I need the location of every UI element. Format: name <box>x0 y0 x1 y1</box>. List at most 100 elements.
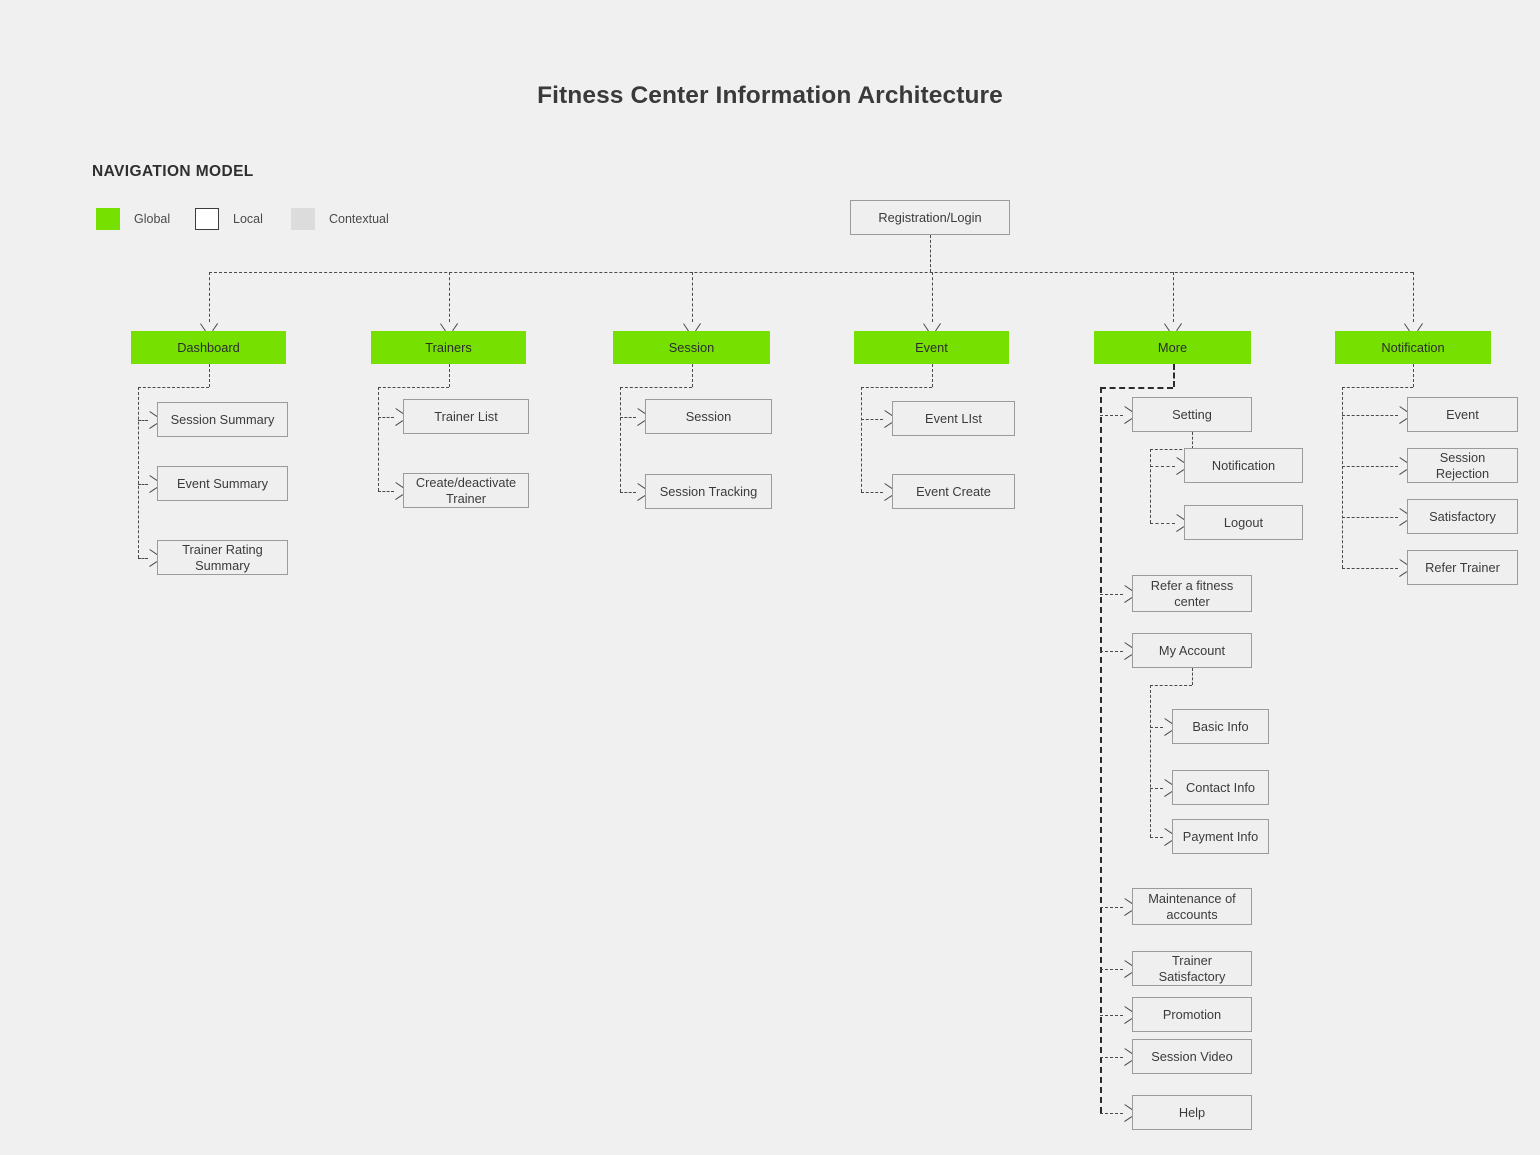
node-item-session[interactable]: Session <box>645 399 772 434</box>
bus-drop-trainers <box>448 272 450 322</box>
branch-session-session <box>620 416 636 418</box>
trunk-elbow-session <box>620 387 692 388</box>
branch-trainers-create-deactivate-trainer <box>378 490 394 492</box>
trunk-spine-session <box>620 387 621 492</box>
node-item-session-tracking[interactable]: Session Tracking <box>645 474 772 509</box>
trunk-elbow-dashboard <box>138 387 209 388</box>
bus-drop-dashboard <box>208 272 210 322</box>
node-subitem-payment-info[interactable]: Payment Info <box>1172 819 1269 854</box>
node-item-trainer-list[interactable]: Trainer List <box>403 399 529 434</box>
trunk-stem-notification <box>1413 364 1414 387</box>
branch-session-session-tracking <box>620 491 636 493</box>
branch-more-maintenance-of-accounts <box>1100 906 1123 908</box>
branch-dashboard-session-summary <box>138 419 148 421</box>
node-item-promotion[interactable]: Promotion <box>1132 997 1252 1032</box>
sub-branch-logout <box>1150 522 1175 524</box>
branch-trainers-trainer-list <box>378 416 394 418</box>
branch-dashboard-trainer-rating-summary <box>138 557 148 559</box>
node-item-trainer-rating-summary[interactable]: Trainer Rating Summary <box>157 540 288 575</box>
bus-drop-more <box>1172 272 1174 322</box>
legend-swatch-contextual <box>291 208 315 230</box>
sub-stem-my-account <box>1192 668 1193 685</box>
sub-spine-my-account <box>1150 685 1151 837</box>
legend-item-global: Global <box>96 208 170 230</box>
trunk-stem-dashboard <box>208 364 210 387</box>
sub-spine-setting <box>1150 449 1151 523</box>
bus-drop-event <box>931 272 933 322</box>
node-subitem-contact-info[interactable]: Contact Info <box>1172 770 1269 805</box>
trunk-elbow-notification <box>1342 387 1413 388</box>
legend-item-local: Local <box>195 208 263 230</box>
trunk-stem-trainers <box>448 364 450 387</box>
node-item-refer-a-fitness-center[interactable]: Refer a fitness center <box>1132 575 1252 612</box>
main-bus <box>209 272 1413 273</box>
node-section-session[interactable]: Session <box>613 331 770 364</box>
trunk-elbow-trainers <box>378 387 449 388</box>
bus-drop-notification <box>1413 272 1414 322</box>
branch-more-my-account <box>1100 650 1123 652</box>
node-subitem-logout[interactable]: Logout <box>1184 505 1303 540</box>
node-section-more[interactable]: More <box>1094 331 1251 364</box>
trunk-stem-more <box>1172 364 1175 387</box>
trunk-spine-dashboard <box>138 387 139 558</box>
branch-more-help <box>1100 1112 1123 1114</box>
legend-swatch-local <box>195 208 219 230</box>
node-section-trainers[interactable]: Trainers <box>371 331 526 364</box>
branch-notification-event <box>1342 414 1398 416</box>
node-item-refer-trainer[interactable]: Refer Trainer <box>1407 550 1518 585</box>
node-item-event-summary[interactable]: Event Summary <box>157 466 288 501</box>
trunk-spine-event <box>861 387 862 492</box>
node-item-my-account[interactable]: My Account <box>1132 633 1252 668</box>
trunk-elbow-more <box>1100 387 1173 389</box>
node-subitem-notification[interactable]: Notification <box>1184 448 1303 483</box>
branch-notification-satisfactory <box>1342 516 1398 518</box>
node-item-maintenance-of-accounts[interactable]: Maintenance of accounts <box>1132 888 1252 925</box>
branch-event-event-create <box>861 491 883 493</box>
diagram-canvas: Fitness Center Information Architecture … <box>0 0 1540 1155</box>
node-subitem-basic-info[interactable]: Basic Info <box>1172 709 1269 744</box>
node-item-help[interactable]: Help <box>1132 1095 1252 1130</box>
page-title: Fitness Center Information Architecture <box>537 82 1003 109</box>
node-item-event-create[interactable]: Event Create <box>892 474 1015 509</box>
node-item-trainer-satisfactory[interactable]: Trainer Satisfactory <box>1132 951 1252 986</box>
trunk-spine-more <box>1100 387 1102 1113</box>
root-stem <box>930 235 931 272</box>
node-item-setting[interactable]: Setting <box>1132 397 1252 432</box>
trunk-elbow-event <box>861 387 932 388</box>
trunk-stem-session <box>691 364 693 387</box>
legend-heading: NAVIGATION MODEL <box>92 163 254 180</box>
branch-more-promotion <box>1100 1014 1123 1016</box>
branch-notification-refer-trainer <box>1342 567 1398 569</box>
legend-swatch-global <box>96 208 120 230</box>
trunk-spine-trainers <box>378 387 379 491</box>
sub-branch-notification <box>1150 465 1175 467</box>
legend-label-local: Local <box>233 212 263 226</box>
node-item-session-rejection[interactable]: Session Rejection <box>1407 448 1518 483</box>
sub-elbow-my-account <box>1150 685 1192 686</box>
node-root-registration-login[interactable]: Registration/Login <box>850 200 1010 235</box>
sub-branch-contact-info <box>1150 787 1163 789</box>
node-item-event[interactable]: Event <box>1407 397 1518 432</box>
branch-dashboard-event-summary <box>138 483 148 485</box>
legend-label-global: Global <box>134 212 171 226</box>
node-item-session-summary[interactable]: Session Summary <box>157 402 288 437</box>
legend-item-contextual: Contextual <box>291 208 389 230</box>
bus-drop-session <box>691 272 693 322</box>
branch-notification-session-rejection <box>1342 465 1398 467</box>
node-section-notification[interactable]: Notification <box>1335 331 1491 364</box>
branch-more-session-video <box>1100 1056 1123 1058</box>
sub-branch-payment-info <box>1150 836 1163 838</box>
sub-branch-basic-info <box>1150 726 1163 728</box>
node-item-create-deactivate-trainer[interactable]: Create/deactivate Trainer <box>403 473 529 508</box>
legend-label-contextual: Contextual <box>329 212 389 226</box>
node-item-event-list[interactable]: Event LIst <box>892 401 1015 436</box>
branch-more-refer-a-fitness-center <box>1100 593 1123 595</box>
node-section-event[interactable]: Event <box>854 331 1009 364</box>
node-item-satisfactory[interactable]: Satisfactory <box>1407 499 1518 534</box>
node-item-session-video[interactable]: Session Video <box>1132 1039 1252 1074</box>
branch-more-trainer-satisfactory <box>1100 968 1123 970</box>
branch-event-event-list <box>861 418 883 420</box>
trunk-stem-event <box>931 364 933 387</box>
node-section-dashboard[interactable]: Dashboard <box>131 331 286 364</box>
branch-more-setting <box>1100 414 1123 416</box>
